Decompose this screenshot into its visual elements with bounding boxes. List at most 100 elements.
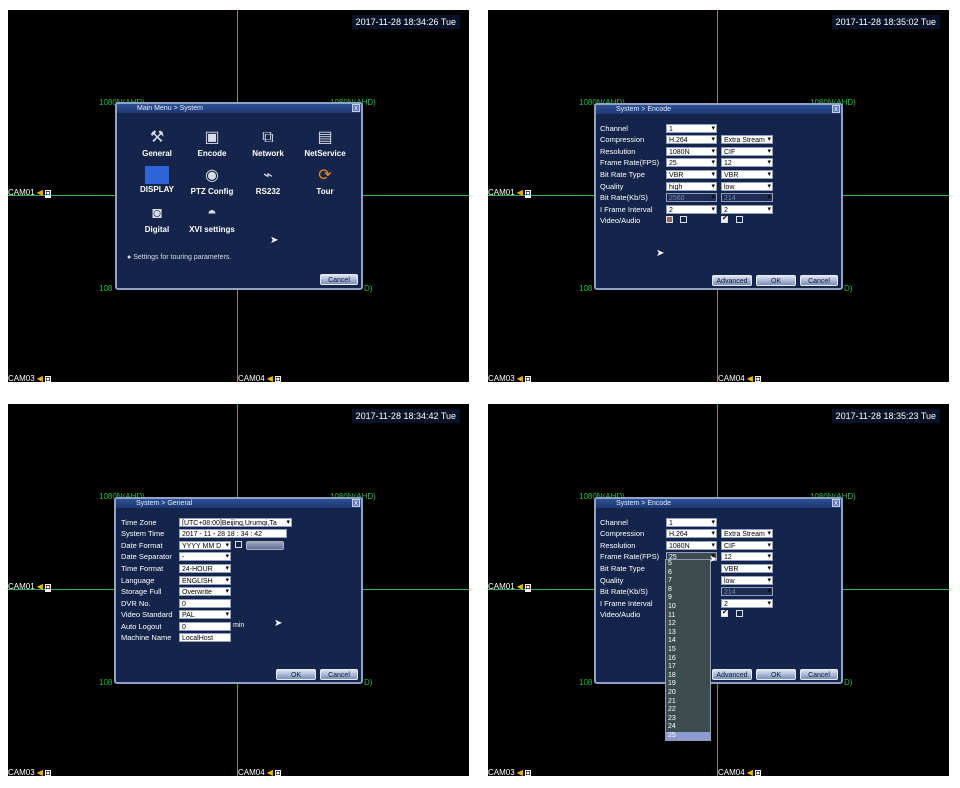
cam-label: CAM01 ◀ ◘ [8,188,52,198]
ok-button[interactable]: OK [276,669,316,680]
extra-bit-rate-type-select[interactable]: VBR [721,170,773,179]
system-time-input[interactable]: 2017 - 11 - 28 18 : 34 : 42 [179,529,287,538]
compression-select[interactable]: H.264 [666,529,717,538]
extra-frame-rate-select[interactable]: 12 [721,552,773,561]
extra-stream-select[interactable]: Extra Stream [721,135,773,144]
i-frame-interval-select[interactable]: 2 [666,205,717,214]
extra-quality-select[interactable]: low [721,576,773,585]
ok-button[interactable]: OK [756,669,796,680]
ok-button[interactable]: OK [756,275,796,286]
cancel-button[interactable]: Cancel [800,275,838,286]
resolution-label: D) [844,678,853,687]
resolution-select[interactable]: 1080N [666,147,717,156]
dropdown-option[interactable]: 19 [666,680,710,689]
extra-i-frame-interval-select[interactable]: 2 [721,599,773,608]
channel-select[interactable]: 1 [666,518,717,527]
extra-quality-select[interactable]: low [721,182,773,191]
extra-bit-rate-type-select[interactable]: VBR [721,564,773,573]
video-checkbox[interactable] [666,216,673,223]
channel-select[interactable]: 1 [666,124,717,133]
dropdown-option[interactable]: 5 [666,560,710,569]
frame-rate-dropdown-list[interactable]: 5 6 7 8 9 10 11 12 13 14 15 16 17 18 19 20 21 22 23 24 25 [665,559,711,742]
quality-select[interactable]: high [666,182,717,191]
label-video-audio: Video/Audio [600,216,641,225]
dropdown-option[interactable]: 14 [666,637,710,646]
dropdown-option[interactable]: 6 [666,569,710,578]
language-select[interactable]: ENGLISH [179,576,231,585]
cancel-button[interactable]: Cancel [800,669,838,680]
extra-frame-rate-select[interactable]: 12 [721,158,773,167]
dropdown-option[interactable]: 18 [666,672,710,681]
resolution-label: D) [844,284,853,293]
menu-item-network[interactable]: ⧉ Network [240,128,296,158]
extra-resolution-select[interactable]: CIF [721,147,773,156]
time-format-select[interactable]: 24-HOUR [179,564,231,573]
dropdown-option[interactable]: 22 [666,706,710,715]
date-separator-select[interactable]: - [179,552,231,561]
menu-item-digital[interactable]: ◙ Digital [129,204,185,234]
dropdown-option[interactable]: 15 [666,646,710,655]
auto-logout-input[interactable]: 0 [179,622,231,631]
network-icon: ⧉ [262,129,274,146]
cam-label: CAM03 ◀ ◘ [8,374,52,382]
audio-checkbox[interactable] [680,216,687,223]
dvr-no-input[interactable]: 0 [179,599,231,608]
dropdown-option[interactable]: 24 [666,723,710,732]
dropdown-option[interactable]: 21 [666,698,710,707]
dropdown-option[interactable]: 8 [666,586,710,595]
date-format-select[interactable]: YYYY MM D [179,541,231,550]
dropdown-option[interactable]: 23 [666,715,710,724]
cam-label: CAM01 ◀ ◘ [488,582,532,592]
dropdown-option[interactable]: 10 [666,603,710,612]
dropdown-option[interactable]: 9 [666,594,710,603]
resolution-label: 108 [579,284,593,293]
close-icon[interactable]: x [832,105,840,113]
close-icon[interactable]: x [352,499,360,507]
extra-audio-checkbox[interactable] [736,216,743,223]
video-standard-select[interactable]: PAL [179,610,231,619]
camera-icon: ◘ [274,376,282,382]
bit-rate-type-select[interactable]: VBR [666,170,717,179]
menu-item-xvi-settings[interactable]: ◓ XVI settings [184,204,240,234]
menu-item-ptz-config[interactable]: ◉ PTZ Config [184,166,240,196]
extra-video-checkbox[interactable] [721,608,728,617]
speaker-icon: ◀ [36,374,43,382]
menu-item-netservice[interactable]: ▤ NetService [297,128,353,158]
dropdown-option[interactable]: 7 [666,577,710,586]
dropdown-option[interactable]: 20 [666,689,710,698]
dropdown-option[interactable]: 13 [666,629,710,638]
time-zone-select[interactable]: [UTC+08:00]Beijing,Urumqi,Ta [179,518,292,527]
camera-icon: ◘ [524,770,532,776]
extra-i-frame-interval-select[interactable]: 2 [721,205,773,214]
extra-resolution-select[interactable]: CIF [721,541,773,550]
extra-stream-select[interactable]: Extra Stream [721,529,773,538]
advanced-button[interactable]: Advanced [712,669,752,680]
menu-item-rs232[interactable]: ⌁ RS232 [240,166,296,196]
cancel-button[interactable]: Cancel [320,669,358,680]
menu-item-encode[interactable]: ▣ Encode [184,128,240,158]
dropdown-option[interactable]: 16 [666,655,710,664]
time-sync-button[interactable] [246,541,284,550]
storage-full-select[interactable]: Overwrite [179,587,231,596]
cancel-button[interactable]: Cancel [320,274,358,285]
menu-item-general[interactable]: ⚒ General [129,128,185,158]
label-language: Language [121,576,155,585]
dropdown-option[interactable]: 12 [666,620,710,629]
machine-name-input[interactable]: LocalHost [179,633,231,642]
compression-select[interactable]: H.264 [666,135,717,144]
resolution-select[interactable]: 1080N [666,541,717,550]
menu-item-display[interactable]: DISPLAY [129,166,185,194]
cam-label: CAM04 ◀ ◘ [718,768,762,776]
extra-audio-checkbox[interactable] [736,610,743,617]
extra-video-checkbox[interactable] [721,214,728,223]
menu-item-tour[interactable]: ⟳ Tour [297,166,353,196]
advanced-button[interactable]: Advanced [712,275,752,286]
dropdown-option[interactable]: 25 [666,731,710,741]
date-format-checkbox[interactable] [235,541,242,548]
dropdown-option[interactable]: 11 [666,612,710,621]
close-icon[interactable]: x [832,499,840,507]
frame-rate-select[interactable]: 25 [666,158,717,167]
dropdown-option[interactable]: 17 [666,663,710,672]
close-icon[interactable]: x [352,104,360,112]
camera-icon: ◘ [44,584,52,592]
